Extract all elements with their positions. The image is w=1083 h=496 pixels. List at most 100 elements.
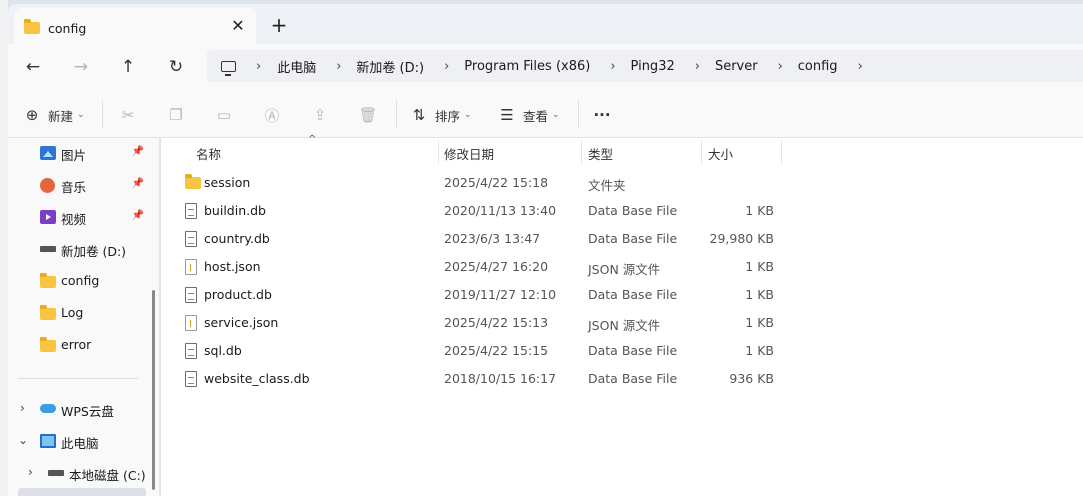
- sidebar-item-label: 本地磁盘 (C:): [69, 468, 146, 483]
- column-divider[interactable]: [781, 140, 782, 164]
- new-button[interactable]: ⊕ 新建 ⌄: [22, 104, 85, 126]
- tab-title: config: [48, 20, 87, 36]
- sidebar-item-pictures[interactable]: 图片 📌: [8, 140, 158, 166]
- column-divider[interactable]: [581, 140, 582, 164]
- file-modified: 2018/10/15 16:17: [444, 371, 557, 386]
- rename-button[interactable]: Ⓐ: [262, 104, 282, 126]
- new-tab-button[interactable]: +: [268, 15, 290, 37]
- toolbar-divider: [102, 100, 103, 128]
- sidebar-item-drive-c[interactable]: › 本地磁盘 (C:): [8, 460, 158, 486]
- file-row[interactable]: buildin.db 2020/11/13 13:40 Data Base Fi…: [161, 197, 1083, 225]
- sidebar-item-label: 图片: [61, 148, 87, 163]
- sidebar-item-error[interactable]: error: [8, 332, 158, 358]
- column-header-size[interactable]: 大小: [708, 144, 733, 163]
- file-size: 1 KB: [745, 315, 774, 330]
- toolbar-divider: [578, 100, 579, 128]
- close-icon[interactable]: ✕: [230, 18, 246, 34]
- command-bar: ⊕ 新建 ⌄ ✂ ❐ ▭ Ⓐ ⇪ 🗑 ⇅ 排序 ⌄ ☰ 查看 ⌄ ···: [8, 90, 1083, 138]
- breadcrumb-ping32[interactable]: Ping32: [631, 59, 675, 74]
- database-file-icon: [185, 343, 197, 359]
- up-button[interactable]: ↑: [116, 56, 140, 78]
- drive-icon: [48, 470, 64, 476]
- file-row[interactable]: website_class.db 2018/10/15 16:17 Data B…: [161, 365, 1083, 393]
- sidebar-item-label: 视频: [61, 212, 87, 227]
- sidebar-selection-highlight: [18, 488, 146, 496]
- address-bar[interactable]: › 此电脑 › 新加卷 (D:) › Program Files (x86) ›…: [207, 50, 1083, 82]
- view-button[interactable]: ☰ 查看 ⌄: [497, 104, 559, 126]
- file-size: 936 KB: [729, 371, 774, 386]
- back-button[interactable]: ←: [21, 56, 45, 78]
- chevron-right-icon[interactable]: ›: [28, 465, 33, 479]
- chevron-right-icon[interactable]: ›: [858, 59, 863, 74]
- chevron-right-icon[interactable]: ›: [444, 59, 449, 74]
- file-row[interactable]: host.json 2025/4/27 16:20 JSON 源文件 1 KB: [161, 253, 1083, 281]
- chevron-right-icon[interactable]: ›: [256, 59, 261, 74]
- file-row[interactable]: sql.db 2025/4/22 15:15 Data Base File 1 …: [161, 337, 1083, 365]
- column-divider[interactable]: [701, 140, 702, 164]
- column-divider[interactable]: [438, 140, 439, 164]
- chevron-right-icon[interactable]: ›: [336, 59, 341, 74]
- paste-icon: ▭: [216, 106, 232, 124]
- more-options-button[interactable]: ···: [592, 104, 612, 126]
- sidebar-item-label: WPS云盘: [61, 404, 114, 419]
- column-header-type[interactable]: 类型: [588, 144, 613, 163]
- file-row[interactable]: session 2025/4/22 15:18 文件夹: [161, 169, 1083, 197]
- column-header-name[interactable]: 名称: [196, 144, 221, 163]
- chevron-right-icon[interactable]: ›: [610, 59, 615, 74]
- pin-icon[interactable]: 📌: [132, 146, 144, 157]
- sidebar-item-music[interactable]: 音乐 📌: [8, 172, 158, 198]
- chevron-right-icon[interactable]: ›: [695, 59, 700, 74]
- sidebar-scrollbar[interactable]: [152, 290, 155, 490]
- copy-button[interactable]: ❐: [166, 104, 186, 126]
- chevron-right-icon[interactable]: ›: [20, 401, 25, 415]
- column-header-modified[interactable]: 修改日期: [444, 144, 494, 163]
- forward-button[interactable]: →: [69, 56, 93, 78]
- breadcrumb-drive-d[interactable]: 新加卷 (D:): [356, 57, 424, 76]
- file-modified: 2025/4/22 15:13: [444, 315, 549, 330]
- folder-icon: [40, 305, 56, 320]
- breadcrumb-program-files[interactable]: Program Files (x86): [464, 59, 590, 74]
- new-button-label: 新建: [48, 108, 74, 124]
- refresh-button[interactable]: ↻: [164, 56, 188, 78]
- tab-config[interactable]: config ✕: [14, 8, 256, 48]
- paste-button[interactable]: ▭: [214, 104, 234, 126]
- chevron-right-icon[interactable]: ›: [778, 59, 783, 74]
- file-name: country.db: [204, 231, 270, 246]
- sidebar-item-videos[interactable]: 视频 📌: [8, 204, 158, 230]
- chevron-down-icon[interactable]: ⌄: [18, 433, 28, 447]
- file-name: session: [204, 175, 251, 190]
- delete-button[interactable]: 🗑: [358, 104, 378, 126]
- breadcrumb-server[interactable]: Server: [715, 59, 758, 74]
- file-type: 文件夹: [588, 178, 626, 193]
- breadcrumb-this-pc[interactable]: 此电脑: [277, 57, 316, 76]
- json-file-icon: [185, 315, 197, 331]
- file-row[interactable]: product.db 2019/11/27 12:10 Data Base Fi…: [161, 281, 1083, 309]
- cut-button[interactable]: ✂: [118, 104, 138, 126]
- file-modified: 2025/4/22 15:15: [444, 343, 549, 358]
- sidebar-item-this-pc[interactable]: ⌄ 此电脑: [8, 428, 158, 454]
- json-file-icon: [185, 259, 197, 275]
- view-button-label: 查看: [523, 108, 549, 124]
- file-type: Data Base File: [588, 287, 678, 302]
- sort-button[interactable]: ⇅ 排序 ⌄: [409, 104, 472, 126]
- share-button[interactable]: ⇪: [310, 104, 330, 126]
- sort-icon: ⇅: [412, 106, 426, 124]
- file-name: website_class.db: [204, 371, 310, 386]
- plus-circle-icon: ⊕: [25, 106, 39, 124]
- file-row[interactable]: service.json 2025/4/22 15:13 JSON 源文件 1 …: [161, 309, 1083, 337]
- pin-icon[interactable]: 📌: [132, 178, 144, 189]
- file-row[interactable]: country.db 2023/6/3 13:47 Data Base File…: [161, 225, 1083, 253]
- share-icon: ⇪: [313, 106, 327, 124]
- breadcrumb-config[interactable]: config: [798, 59, 838, 74]
- sidebar-item-log[interactable]: Log: [8, 300, 158, 326]
- background-window-strip: [0, 0, 8, 496]
- file-name: sql.db: [204, 343, 242, 358]
- sidebar-item-config[interactable]: config: [8, 268, 158, 294]
- cut-icon: ✂: [121, 106, 135, 124]
- file-modified: 2025/4/27 16:20: [444, 259, 549, 274]
- database-file-icon: [185, 287, 197, 303]
- sidebar-item-wps-cloud[interactable]: › WPS云盘: [8, 396, 158, 422]
- cloud-icon: [40, 404, 56, 413]
- pin-icon[interactable]: 📌: [132, 210, 144, 221]
- sidebar-item-drive-d[interactable]: 新加卷 (D:): [8, 236, 158, 262]
